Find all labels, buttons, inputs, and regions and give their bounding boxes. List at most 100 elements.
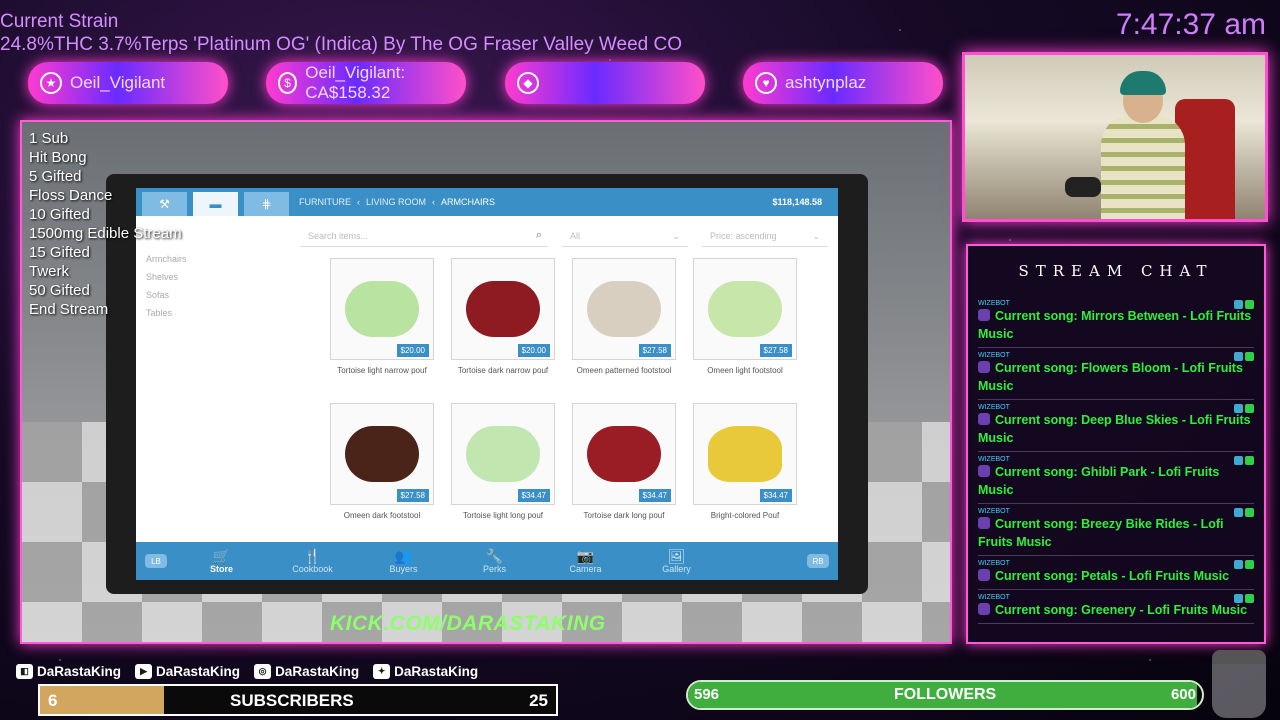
alert-diamond: ◆	[505, 62, 705, 104]
nav-label: Cookbook	[292, 564, 333, 574]
goal-item: 1 Sub	[29, 130, 69, 147]
rb-button[interactable]: RB	[807, 554, 829, 568]
nav-gallery[interactable]: 🖼 Gallery	[631, 548, 722, 574]
product-image	[345, 426, 419, 482]
social-handle: DaRastaKing	[394, 664, 479, 679]
follower-goal: 600	[1170, 686, 1196, 703]
music-note-icon	[978, 413, 990, 425]
nav-cookbook[interactable]: 🍴 Cookbook	[267, 548, 358, 574]
instagram-link[interactable]: ◎ DaRastaKing	[254, 664, 359, 679]
subscriber-goal-bar: 6 SUBSCRIBERS 25	[38, 684, 558, 716]
chat-badges	[1234, 456, 1254, 465]
people-icon: 👥	[394, 548, 413, 564]
chevron-down-icon: ⌄	[672, 231, 680, 241]
chat-messages: WIZEBOT Current song: Mirrors Between - L…	[968, 296, 1264, 624]
badge-icon	[1245, 508, 1254, 517]
product-card[interactable]: $27.58 Omeen patterned footstool	[572, 258, 676, 375]
twitch-icon: ◧	[16, 664, 33, 679]
product-card[interactable]: $20.00 Tortoise light narrow pouf	[330, 258, 434, 375]
streamer	[1101, 115, 1185, 219]
chat-username: WIZEBOT	[978, 594, 1010, 601]
product-card[interactable]: $27.58 Omeen dark footstool	[330, 403, 434, 520]
sort-dropdown[interactable]: Price: ascending ⌄	[702, 225, 828, 247]
follower-current: 596	[694, 686, 720, 703]
star-icon: ★	[40, 72, 62, 94]
badge-icon	[1245, 300, 1254, 309]
chat-badges	[1234, 300, 1254, 309]
chat-badges	[1234, 560, 1254, 569]
chat-badges	[1234, 404, 1254, 413]
nav-perks[interactable]: 🔧 Perks	[449, 548, 540, 574]
product-image	[708, 426, 782, 482]
product-card[interactable]: $20.00 Tortoise dark narrow pouf	[451, 258, 555, 375]
product-image	[345, 281, 419, 337]
product-card[interactable]: $34.47 Tortoise light long pouf	[451, 403, 555, 520]
top-tabbar: ⚒ ▬ ⋕ FURNITURE ‹ LIVING ROOM ‹ ARMCHAIR…	[136, 188, 838, 216]
goal-item: 1500mg Edible Stream	[29, 225, 182, 242]
nav-label: Perks	[482, 564, 506, 574]
subscriber-label: SUBSCRIBERS	[230, 691, 354, 710]
chat-message: WIZEBOT Current song: Breezy Bike Rides -…	[978, 504, 1254, 556]
youtube-icon: ▶	[135, 664, 153, 679]
search-icon[interactable]: ⌕	[536, 229, 542, 242]
tab-fence[interactable]: ⋕	[244, 192, 289, 216]
chevron-left-icon: ‹	[357, 197, 360, 207]
breadcrumb-item[interactable]: LIVING ROOM	[366, 197, 426, 207]
twitter-icon: ✦	[373, 664, 391, 679]
follower-label: FOLLOWERS	[894, 686, 997, 703]
price-tag: $27.58	[759, 344, 792, 357]
youtube-link[interactable]: ▶ DaRastaKing	[135, 664, 240, 679]
filter-value: All	[570, 231, 581, 241]
nav-camera[interactable]: 📷 Camera	[540, 548, 631, 574]
subscriber-goal: 25	[529, 691, 548, 710]
product-name: Omeen light footstool	[707, 366, 783, 375]
music-note-icon	[978, 361, 990, 373]
product-card[interactable]: $34.47 Tortoise dark long pouf	[572, 403, 676, 520]
strain-info: Current Strain 24.8%THC 3.7%Terps 'Plati…	[0, 10, 682, 56]
breadcrumb-item[interactable]: FURNITURE	[299, 197, 351, 207]
heart-icon: ♥	[755, 72, 777, 94]
twitch-link[interactable]: ◧ DaRastaKing	[16, 664, 121, 679]
social-handle: DaRastaKing	[156, 664, 241, 679]
badge-icon	[1245, 560, 1254, 569]
bottom-nav: LB 🛒 Store 🍴 Cookbook 👥 Buyers 🔧 Perks 📷 Came…	[136, 542, 838, 580]
filter-dropdown[interactable]: All ⌄	[562, 225, 688, 247]
game-capture: ⚒ ▬ ⋕ FURNITURE ‹ LIVING ROOM ‹ ARMCHAIR…	[20, 120, 952, 644]
subscriber-progress-fill	[40, 686, 164, 714]
nav-label: Camera	[569, 564, 602, 574]
lb-button[interactable]: LB	[145, 554, 167, 568]
social-links: ◧ DaRastaKing ▶ DaRastaKing ◎ DaRastaKing ✦…	[16, 664, 478, 679]
search-input[interactable]: Search items... ⌕	[300, 225, 548, 247]
chat-username: WIZEBOT	[978, 404, 1010, 411]
product-name: Omeen patterned footstool	[576, 366, 672, 375]
chevron-left-icon: ‹	[432, 197, 436, 207]
webcam-feed	[962, 52, 1268, 222]
subscriber-current: 6	[48, 691, 58, 710]
product-image	[466, 281, 540, 337]
chat-message: WIZEBOT Current song: Ghibli Park - Lofi …	[978, 452, 1254, 504]
goal-item: 50 Gifted	[29, 282, 90, 299]
chat-text: Current song: Deep Blue Skies - Lofi Fru…	[978, 413, 1251, 445]
chevron-down-icon: ⌄	[812, 231, 820, 241]
alert-follow: ★ Oeil_Vigilant	[28, 62, 228, 104]
camera-icon: 📷	[576, 548, 595, 564]
breadcrumb-item[interactable]: ARMCHAIRS	[441, 197, 495, 207]
music-note-icon	[978, 517, 990, 529]
product-name: Bright-colored Pouf	[710, 511, 780, 520]
nav-store[interactable]: 🛒 Store	[176, 548, 267, 574]
alert-text: Oeil_Vigilant: CA$158.32	[305, 63, 406, 102]
product-name: Tortoise light narrow pouf	[337, 366, 427, 375]
nav-buyers[interactable]: 👥 Buyers	[358, 548, 449, 574]
twitter-link[interactable]: ✦ DaRastaKing	[373, 664, 478, 679]
tab-furniture[interactable]: ▬	[193, 192, 238, 216]
alert-subscriber: ♥ ashtynplaz	[743, 62, 943, 104]
sort-value: Price: ascending	[710, 231, 777, 241]
product-card[interactable]: $27.58 Omeen light footstool	[693, 258, 797, 375]
clock: 7:47:37 am	[1115, 8, 1266, 41]
dollar-icon: $	[278, 72, 298, 94]
product-card[interactable]: $34.47 Bright-colored Pouf	[693, 403, 797, 520]
search-placeholder: Search items...	[308, 231, 369, 241]
follower-goal-bar: 596 FOLLOWERS 600	[686, 680, 1204, 710]
chat-badges	[1234, 508, 1254, 517]
product-name: Tortoise light long pouf	[462, 511, 544, 520]
